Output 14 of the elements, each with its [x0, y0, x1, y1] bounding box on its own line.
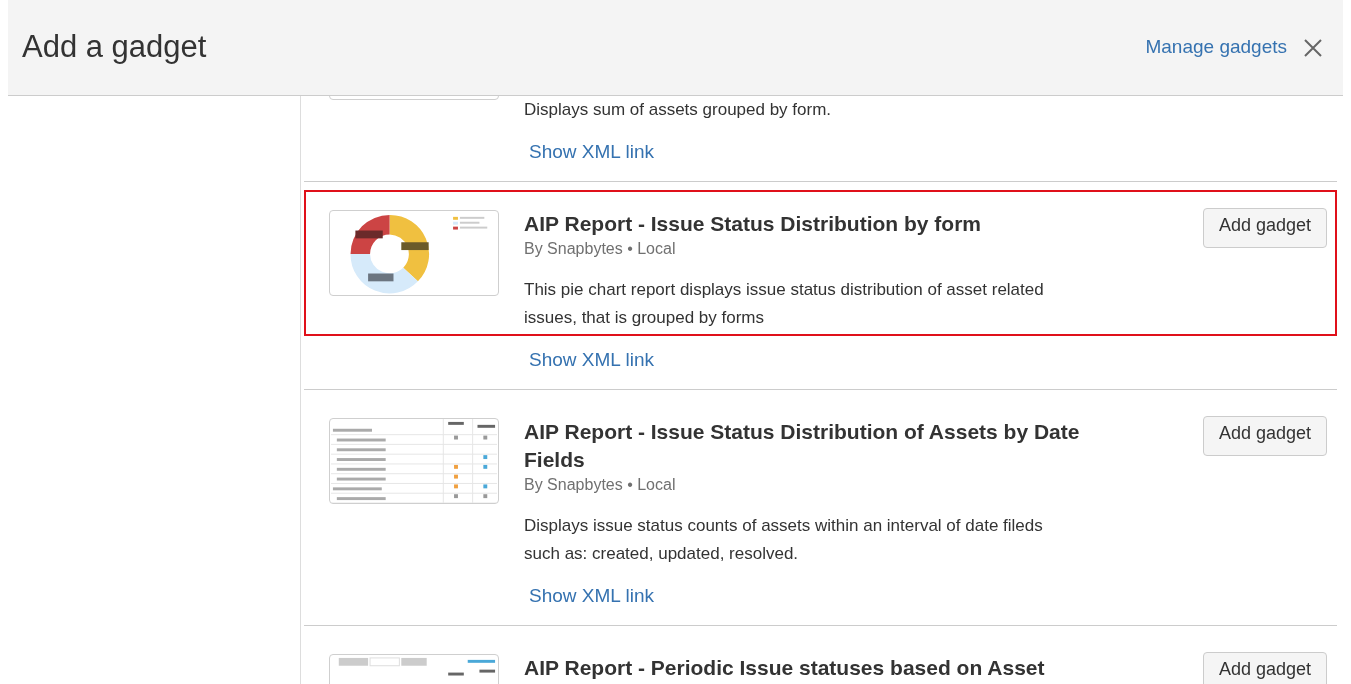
add-gadget-button[interactable]: Add gadget	[1202, 652, 1327, 684]
show-xml-link[interactable]: Show XML link	[529, 141, 654, 162]
dialog-title: Add a gadget	[22, 28, 207, 67]
show-xml-link[interactable]: Show XML link	[529, 585, 654, 606]
gadget-description: Displays sum of assets grouped by form.	[524, 99, 833, 121]
add-gadget-button[interactable]: Add gadget	[1202, 416, 1327, 456]
close-icon[interactable]	[1303, 37, 1323, 58]
show-xml-link[interactable]: Show XML link	[529, 349, 654, 370]
add-gadget-button[interactable]: Add gadget	[1202, 208, 1327, 248]
gadget-byline: By Snapbytes • Local	[524, 475, 677, 495]
gadget-description: Displays issue status counts of assets within an interval of date fileds such as: created, updated, resolved.	[524, 515, 1044, 565]
gadget-byline: By Snapbytes • Local	[524, 239, 677, 259]
gadget-description: This pie chart report displays issue status distribution of asset related issues, that is grouped by forms	[524, 279, 1045, 329]
manage-gadgets-link[interactable]: Manage gadgets	[1145, 33, 1287, 62]
